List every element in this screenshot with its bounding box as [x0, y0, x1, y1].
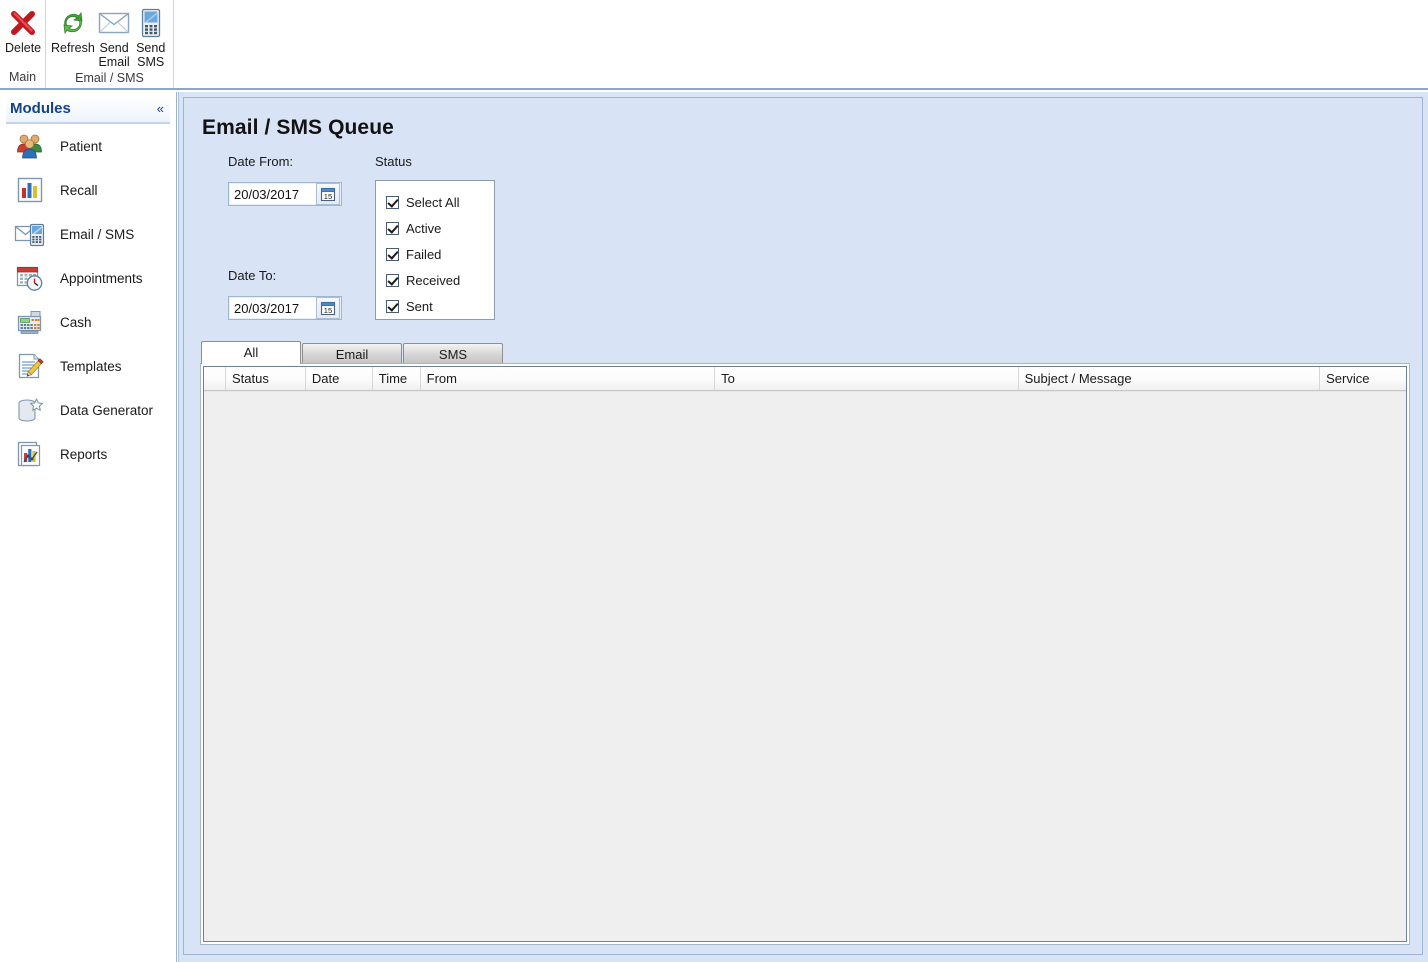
date-to-calendar-icon[interactable]: 15: [316, 297, 340, 319]
refresh-button[interactable]: Refresh: [50, 4, 96, 57]
sidebar-item-email-sms[interactable]: Email / SMS: [0, 212, 176, 256]
sidebar-header: Modules «: [6, 96, 170, 124]
ribbon-group-email-sms: Refresh Send Email Send SMS Email / SMS: [46, 0, 174, 88]
status-checkbox-failed[interactable]: Failed: [386, 241, 494, 267]
sidebar-title: Modules: [10, 99, 71, 117]
sidebar-item-patient-label: Patient: [60, 138, 103, 154]
column-header-to[interactable]: To: [715, 367, 1019, 390]
queue-tabs: All Email SMS: [201, 341, 504, 364]
queue-grid-empty-rows: [204, 391, 1406, 392]
status-checkbox-select-all-label: Select All: [406, 194, 460, 210]
database-star-icon: [14, 394, 46, 426]
queue-grid: Status Date Time From To Subject / Messa…: [200, 363, 1410, 945]
tab-all[interactable]: All: [201, 341, 301, 364]
sidebar-item-templates-label: Templates: [60, 358, 122, 374]
document-pencil-icon: [14, 350, 46, 382]
status-checkbox-active-label: Active: [406, 220, 442, 236]
send-email-button[interactable]: Send Email: [96, 4, 133, 71]
ribbon-toolbar: Delete Main Refresh Send Email Send SMS …: [0, 0, 1428, 90]
status-filter-list: Select All Active Failed Received Sent: [375, 180, 495, 320]
tab-sms[interactable]: SMS: [403, 343, 503, 364]
date-to-value: 20/03/2017: [234, 300, 300, 316]
status-label: Status: [375, 154, 412, 169]
sidebar-item-patient[interactable]: Patient: [0, 124, 176, 168]
column-header-select[interactable]: [204, 367, 226, 390]
sidebar-item-cash[interactable]: Cash: [0, 300, 176, 344]
svg-text:15: 15: [324, 306, 332, 315]
main-content-panel: Email / SMS Queue Date From: 20/03/2017 …: [178, 92, 1428, 962]
column-header-service[interactable]: Service: [1320, 367, 1406, 390]
collapse-sidebar-icon[interactable]: «: [155, 101, 166, 116]
refresh-arrows-icon: [58, 6, 88, 40]
email-sms-queue-form: Email / SMS Queue Date From: 20/03/2017 …: [183, 97, 1423, 955]
modules-sidebar: Modules « Patient Recall Email / SMS App…: [0, 92, 177, 962]
status-checkbox-received[interactable]: Received: [386, 267, 494, 293]
sidebar-item-data-generator[interactable]: Data Generator: [0, 388, 176, 432]
date-to-input[interactable]: 20/03/2017 15: [228, 296, 342, 320]
bar-chart-icon: [14, 174, 46, 206]
ribbon-group-main-items: Delete: [0, 0, 45, 57]
checkbox-icon[interactable]: [386, 247, 399, 261]
status-checkbox-sent-label: Sent: [406, 298, 433, 314]
sidebar-item-recall[interactable]: Recall: [0, 168, 176, 212]
sidebar-item-reports[interactable]: Reports: [0, 432, 176, 476]
date-from-input[interactable]: 20/03/2017 15: [228, 182, 342, 206]
queue-grid-header: Status Date Time From To Subject / Messa…: [204, 367, 1406, 391]
status-checkbox-received-label: Received: [406, 272, 461, 288]
column-header-status[interactable]: Status: [226, 367, 306, 390]
sidebar-item-reports-label: Reports: [60, 446, 108, 462]
svg-text:15: 15: [324, 192, 332, 201]
date-from-value: 20/03/2017: [234, 186, 300, 202]
sidebar-item-appointments-label: Appointments: [60, 270, 143, 286]
queue-grid-body: [204, 391, 1406, 941]
ribbon-group-main-title: Main: [8, 70, 37, 84]
sidebar-item-cash-label: Cash: [60, 314, 92, 330]
patients-group-icon: [14, 130, 46, 162]
column-header-time[interactable]: Time: [373, 367, 421, 390]
refresh-button-label: Refresh: [51, 41, 95, 55]
tab-email[interactable]: Email: [302, 343, 402, 364]
sidebar-item-appointments[interactable]: Appointments: [0, 256, 176, 300]
checkbox-icon[interactable]: [386, 273, 399, 287]
delete-button-label: Delete: [5, 41, 42, 55]
sidebar-item-recall-label: Recall: [60, 182, 98, 198]
column-header-date[interactable]: Date: [306, 367, 373, 390]
delete-button[interactable]: Delete: [4, 4, 42, 57]
date-to-label: Date To:: [228, 268, 277, 283]
ribbon-group-email-sms-title: Email / SMS: [75, 71, 144, 85]
queue-grid-inner: Status Date Time From To Subject / Messa…: [203, 366, 1407, 942]
delete-x-icon: [8, 6, 38, 40]
ribbon-groups: Delete Main Refresh Send Email Send SMS …: [0, 0, 1428, 88]
send-sms-button-label: Send SMS: [136, 41, 166, 69]
status-checkbox-failed-label: Failed: [406, 246, 442, 262]
status-checkbox-select-all[interactable]: Select All: [386, 189, 494, 215]
column-header-from[interactable]: From: [421, 367, 716, 390]
sidebar-item-email-sms-label: Email / SMS: [60, 226, 135, 242]
envelope-icon: [98, 6, 130, 40]
checkbox-icon[interactable]: [386, 299, 399, 313]
status-checkbox-sent[interactable]: Sent: [386, 293, 494, 319]
reports-chart-icon: [14, 438, 46, 470]
column-header-subject-message[interactable]: Subject / Message: [1019, 367, 1321, 390]
cash-register-icon: [14, 306, 46, 338]
ribbon-group-email-sms-items: Refresh Send Email Send SMS: [46, 0, 173, 71]
date-from-calendar-icon[interactable]: 15: [316, 183, 340, 205]
sidebar-item-data-generator-label: Data Generator: [60, 402, 154, 418]
ribbon-group-main: Delete Main: [0, 0, 46, 88]
page-title: Email / SMS Queue: [202, 116, 394, 139]
envelope-phone-icon: [14, 218, 46, 250]
send-sms-button[interactable]: Send SMS: [132, 4, 169, 71]
status-checkbox-active[interactable]: Active: [386, 215, 494, 241]
mobile-phone-icon: [140, 6, 162, 40]
sidebar-item-templates[interactable]: Templates: [0, 344, 176, 388]
date-from-label: Date From:: [228, 154, 294, 169]
checkbox-icon[interactable]: [386, 195, 399, 209]
calendar-clock-icon: [14, 262, 46, 294]
send-email-button-label: Send Email: [98, 41, 130, 69]
checkbox-icon[interactable]: [386, 221, 399, 235]
